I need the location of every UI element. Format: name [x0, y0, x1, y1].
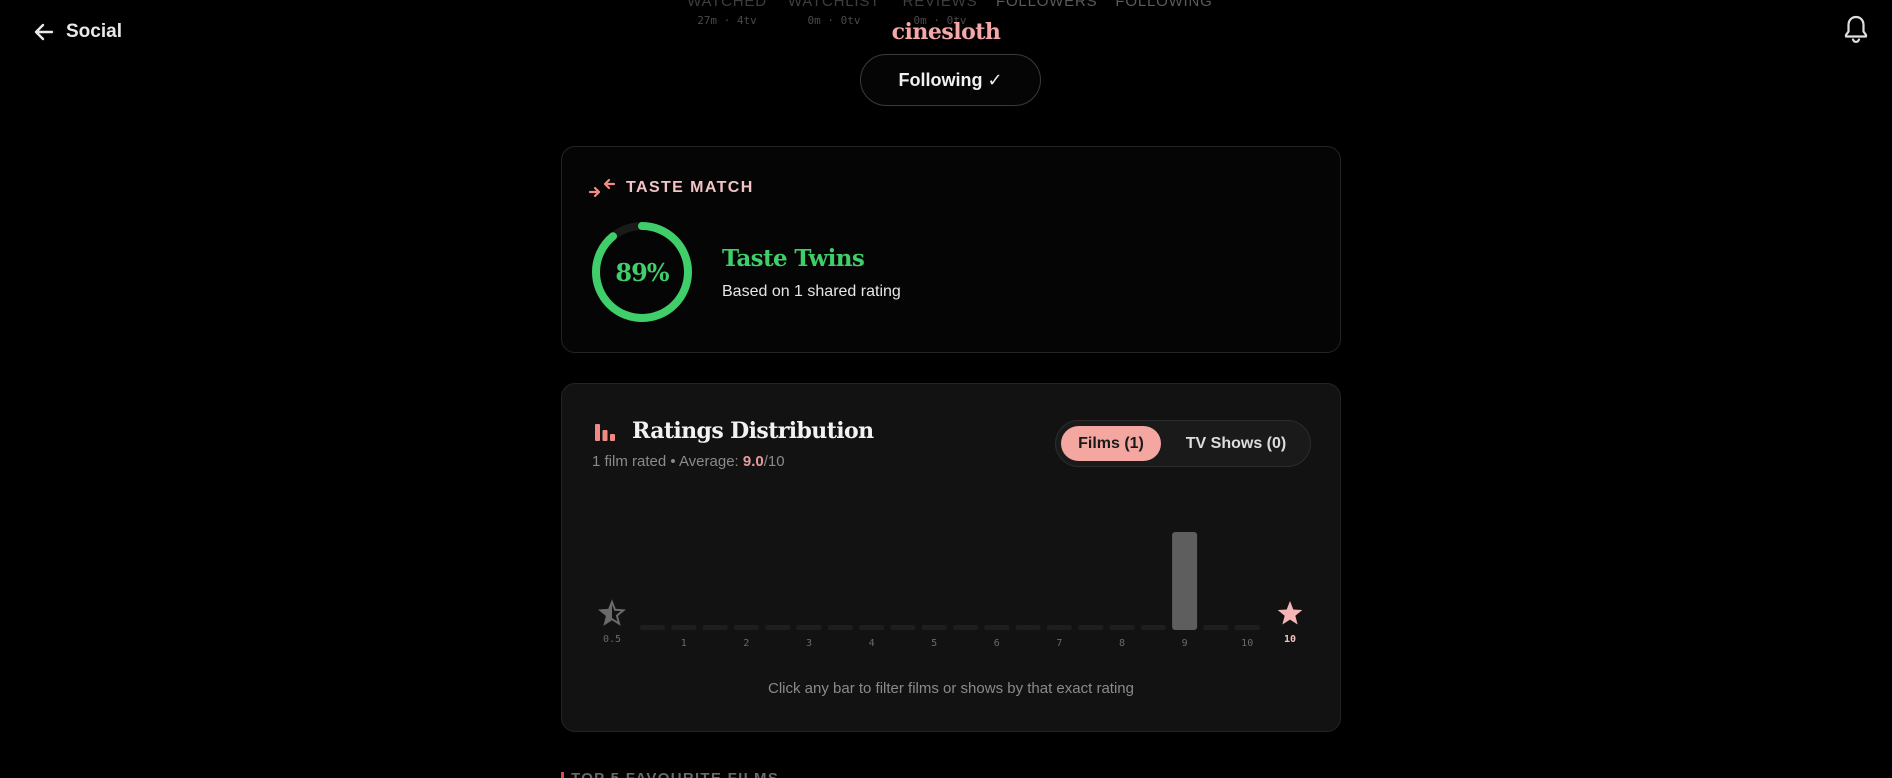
histogram-bar-4.5[interactable] [890, 625, 916, 630]
arrows-converge-icon [588, 178, 616, 198]
half-star-icon [597, 599, 627, 626]
taste-match-title: TASTE MATCH [626, 179, 754, 196]
username: cinesloth [891, 19, 1001, 45]
histogram-tick-label: 6 [994, 638, 1000, 649]
histogram-tick-label: 9 [1182, 638, 1188, 649]
histogram-bar-5[interactable] [921, 625, 947, 630]
histogram-bar-8[interactable] [1109, 625, 1135, 630]
histogram-tick-label: 10 [1241, 638, 1253, 649]
histogram-tick-label: 3 [806, 638, 812, 649]
favourite-films-title: TOP 5 FAVOURITE FILMS [571, 770, 779, 778]
histogram-bar-7.5[interactable] [1078, 625, 1104, 630]
match-percent: 89% [615, 257, 669, 287]
histogram-bar-7[interactable] [1046, 625, 1072, 630]
histogram-bar-2.5[interactable] [765, 625, 791, 630]
histogram-bar-10[interactable] [1234, 625, 1260, 630]
following-button[interactable]: Following ✓ [860, 54, 1041, 106]
ratings-distribution-card: Ratings Distribution 1 film rated • Aver… [561, 383, 1341, 732]
histogram-bar-4[interactable] [859, 625, 885, 630]
histogram-bar-8.5[interactable] [1140, 625, 1166, 630]
stat-followers[interactable]: FOLLOWERS [996, 0, 1097, 10]
histogram-bar-3.5[interactable] [827, 625, 853, 630]
match-basis: Based on 1 shared rating [722, 283, 901, 300]
profile-page: Social WATCHED 27m · 4tv WATCHLIST 0m · … [0, 0, 1892, 778]
histogram-tick-label: 8 [1119, 638, 1125, 649]
histogram-tick-label: 2 [743, 638, 749, 649]
histogram-bar-9[interactable] [1172, 532, 1198, 630]
stat-following[interactable]: FOLLOWING [1112, 0, 1216, 10]
favourite-films-heading: TOP 5 FAVOURITE FILMS [561, 770, 781, 778]
histogram-tick-label: 7 [1056, 638, 1062, 649]
histogram-bar-5.5[interactable] [953, 625, 978, 630]
star-icon [1277, 601, 1303, 625]
min-rating-label: 0.5 [603, 634, 621, 645]
histogram-tick-label: 5 [931, 638, 937, 649]
histogram-bar-2[interactable] [733, 625, 759, 630]
histogram-bar-3[interactable] [796, 625, 822, 630]
max-rating-label: 10 [1284, 634, 1296, 645]
histogram-bar-1.5[interactable] [702, 625, 728, 630]
histogram-tick-label: 4 [869, 638, 875, 649]
histogram-bar-9.5[interactable] [1203, 625, 1229, 630]
histogram-hint: Click any bar to filter films or shows b… [768, 680, 1134, 697]
taste-match-header: TASTE MATCH [588, 177, 754, 199]
histogram-tick-label: 1 [681, 638, 687, 649]
histogram-bar-1[interactable] [671, 625, 697, 630]
histogram-bar-0.5[interactable] [640, 625, 665, 630]
histogram-bar-6.5[interactable] [1015, 625, 1041, 630]
taste-match-card: TASTE MATCH 89% Taste Twins Based on 1 s… [561, 146, 1341, 353]
match-verdict: Taste Twins [722, 245, 865, 272]
section-accent-bar [561, 772, 564, 778]
histogram-bar-6[interactable] [984, 625, 1010, 630]
